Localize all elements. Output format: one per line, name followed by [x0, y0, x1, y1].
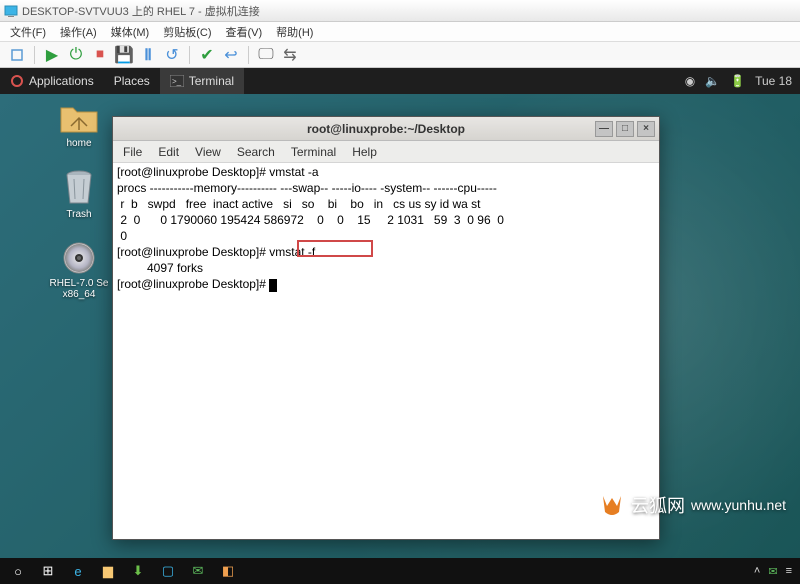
term-menu-view[interactable]: View: [195, 145, 221, 159]
applications-label: Applications: [29, 74, 94, 88]
maximize-button[interactable]: □: [616, 121, 634, 137]
dvd-label: RHEL-7.0 Se x86_64: [50, 278, 109, 300]
term-line: 4097 forks: [117, 261, 203, 275]
vm-titlebar: DESKTOP-SVTVUU3 上的 RHEL 7 - 虚拟机连接: [0, 0, 800, 22]
watermark-brand: 云狐网: [631, 492, 685, 518]
cortana-icon[interactable]: ○: [8, 564, 28, 579]
vm-menu-clipboard[interactable]: 剪贴板(C): [163, 24, 211, 40]
share-icon[interactable]: ⇆: [279, 45, 301, 65]
save-icon[interactable]: 💾: [113, 45, 135, 65]
wechat-icon[interactable]: ✉: [188, 563, 208, 579]
term-prompt: [root@linuxprobe Desktop]#: [117, 277, 269, 291]
vm-menu-help[interactable]: 帮助(H): [276, 24, 313, 40]
vm-toolbar: ▶ ⏻ ⏹ 💾 Ⅱ ↺ ✔ ↩ 🖵 ⇆: [0, 42, 800, 68]
edge-icon[interactable]: e: [68, 564, 88, 579]
terminal-output[interactable]: [root@linuxprobe Desktop]# vmstat -a pro…: [113, 163, 659, 539]
clock-label[interactable]: Tue 18: [755, 74, 792, 88]
separator: [189, 46, 190, 64]
fox-logo-icon: [599, 492, 625, 518]
revert-icon[interactable]: ↩: [220, 45, 242, 65]
tray-chevron-icon[interactable]: ˄: [754, 565, 760, 577]
close-button[interactable]: ×: [637, 121, 655, 137]
store-icon[interactable]: ⬇: [128, 563, 148, 579]
shutdown-icon[interactable]: ⏹: [89, 45, 111, 65]
separator: [248, 46, 249, 64]
vm-menu-view[interactable]: 查看(V): [226, 24, 263, 40]
folder-icon: [59, 102, 99, 136]
windows-taskbar: ○ ⊞ e ▆ ⬇ ▢ ✉ ◧ ˄ ✉ ≡: [0, 558, 800, 584]
vm-menu-file[interactable]: 文件(F): [10, 24, 46, 40]
term-menu-help[interactable]: Help: [352, 145, 377, 159]
term-line: [root@linuxprobe Desktop]# vmstat -a: [117, 165, 319, 179]
term-menu-terminal[interactable]: Terminal: [291, 145, 336, 159]
home-label: home: [66, 138, 91, 149]
enhanced-icon[interactable]: 🖵: [255, 45, 277, 65]
term-line: [root@linuxprobe Desktop]# vmstat -f: [117, 245, 315, 259]
watermark-url: www.yunhu.net: [691, 497, 786, 513]
trash-bin-icon: [62, 169, 96, 207]
reset-icon[interactable]: ↺: [161, 45, 183, 65]
terminal-label: Terminal: [189, 74, 234, 88]
terminal-titlebar[interactable]: root@linuxprobe:~/Desktop — □ ×: [113, 117, 659, 141]
term-line: 0: [117, 229, 127, 243]
terminal-window: root@linuxprobe:~/Desktop — □ × File Edi…: [112, 116, 660, 540]
terminal-app-indicator[interactable]: >_ Terminal: [160, 68, 244, 94]
hyperv-icon[interactable]: ▢: [158, 563, 178, 579]
svg-text:>_: >_: [172, 77, 182, 86]
watermark: 云狐网 www.yunhu.net: [599, 492, 786, 518]
tray-wechat-icon[interactable]: ✉: [768, 565, 777, 578]
trash-label: Trash: [66, 209, 91, 220]
ctrl-alt-del-icon[interactable]: [6, 45, 28, 65]
term-menu-file[interactable]: File: [123, 145, 142, 159]
vm-menu-media[interactable]: 媒体(M): [111, 24, 150, 40]
trash-icon[interactable]: Trash: [44, 169, 114, 220]
home-folder-icon[interactable]: home: [44, 102, 114, 149]
term-menu-search[interactable]: Search: [237, 145, 275, 159]
term-line: r b swpd free inact active si so bi bo i…: [117, 197, 480, 211]
explorer-icon[interactable]: ▆: [98, 563, 118, 579]
battery-icon[interactable]: 🔋: [730, 74, 745, 88]
places-menu[interactable]: Places: [104, 68, 160, 94]
applications-menu[interactable]: Applications: [0, 68, 104, 94]
separator: [34, 46, 35, 64]
mouse-cursor-icon: ↖: [398, 512, 409, 528]
vm-menu-action[interactable]: 操作(A): [60, 24, 97, 40]
system-tray[interactable]: ˄ ✉ ≡: [754, 565, 792, 578]
checkpoint-icon[interactable]: ✔: [196, 45, 218, 65]
task-view-icon[interactable]: ⊞: [38, 563, 58, 579]
accessibility-icon[interactable]: ◉: [685, 74, 695, 88]
term-line: 2 0 0 1790060 195424 586972 0 0 15 2 103…: [117, 213, 504, 227]
start-icon[interactable]: ▶: [41, 45, 63, 65]
app-icon[interactable]: ◧: [218, 563, 238, 579]
term-line: procs -----------memory---------- ---swa…: [117, 181, 497, 195]
volume-icon[interactable]: 🔈: [705, 74, 720, 88]
disc-icon: [61, 240, 97, 276]
terminal-title-text: root@linuxprobe:~/Desktop: [307, 122, 465, 136]
term-menu-edit[interactable]: Edit: [158, 145, 179, 159]
pause-icon[interactable]: Ⅱ: [137, 45, 159, 65]
places-label: Places: [114, 74, 150, 88]
gnome-system-tray[interactable]: ◉ 🔈 🔋 Tue 18: [685, 74, 800, 88]
tray-network-icon[interactable]: ≡: [786, 565, 792, 577]
vm-title: DESKTOP-SVTVUU3 上的 RHEL 7 - 虚拟机连接: [22, 3, 260, 19]
activities-icon: [10, 74, 24, 88]
minimize-button[interactable]: —: [595, 121, 613, 137]
dvd-icon[interactable]: RHEL-7.0 Se x86_64: [44, 240, 114, 300]
terminal-icon: >_: [170, 75, 184, 87]
power-icon[interactable]: ⏻: [65, 45, 87, 65]
vm-menubar: 文件(F) 操作(A) 媒体(M) 剪贴板(C) 查看(V) 帮助(H): [0, 22, 800, 42]
terminal-menubar: File Edit View Search Terminal Help: [113, 141, 659, 163]
gnome-top-bar: Applications Places >_ Terminal ◉ 🔈 🔋 Tu…: [0, 68, 800, 94]
vm-icon: [4, 4, 18, 18]
terminal-cursor: [269, 279, 277, 292]
gnome-desktop[interactable]: home Trash RHEL-7.0 Se x86_64 root@linux…: [0, 94, 800, 558]
